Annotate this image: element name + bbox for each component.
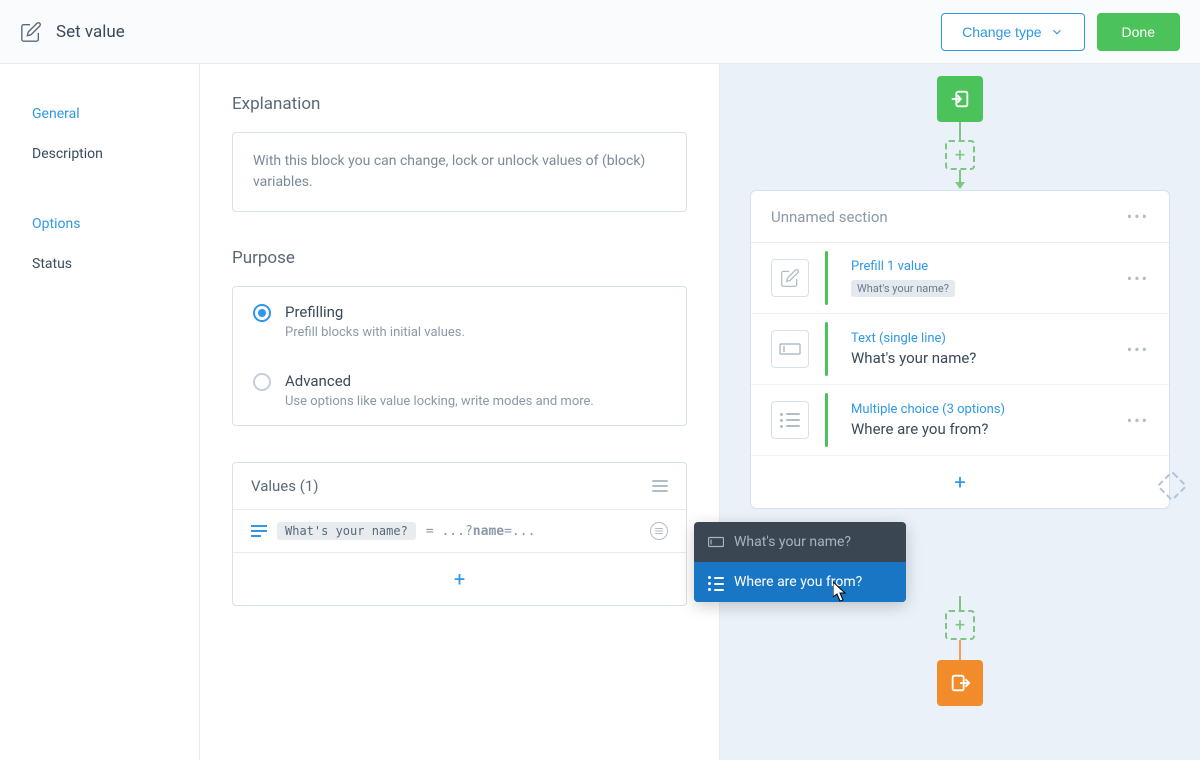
explanation-title: Explanation (232, 94, 687, 114)
purpose-option-desc: Prefill blocks with initial values. (285, 325, 465, 340)
header: Set value Change type Done (0, 0, 1200, 64)
done-button[interactable]: Done (1097, 13, 1180, 51)
arrow-down-icon (955, 182, 965, 189)
block-accent (825, 393, 828, 447)
values-box: Values (1) What's your name? = ...?name=… (232, 462, 687, 606)
edit-block-icon (771, 259, 809, 297)
more-dots-icon[interactable]: ••• (1127, 411, 1149, 430)
section-card-header[interactable]: Unnamed section ••• (751, 191, 1169, 243)
edit-icon (20, 21, 42, 43)
purpose-option-desc: Use options like value locking, write mo… (285, 394, 594, 409)
content-panel: Explanation With this block you can chan… (200, 64, 720, 760)
canvas: + Unnamed section ••• Prefill 1 value Wh… (720, 64, 1200, 760)
add-node-button[interactable]: + (945, 140, 975, 170)
more-dots-icon[interactable]: ••• (1127, 269, 1149, 288)
more-dots-icon[interactable]: ••• (1127, 207, 1149, 226)
radio-unselected-icon (253, 373, 271, 391)
purpose-radio-group: Prefilling Prefill blocks with initial v… (232, 286, 687, 426)
header-actions: Change type Done (941, 13, 1180, 51)
values-row[interactable]: What's your name? = ...?name=... (233, 510, 686, 553)
connector-line (959, 122, 961, 140)
menu-lines-icon[interactable] (652, 480, 668, 492)
block-chip: What's your name? (851, 280, 955, 297)
exit-icon (949, 672, 971, 694)
section-card-title: Unnamed section (771, 208, 888, 226)
add-value-button[interactable]: + (233, 553, 686, 605)
field-picker-popup: What's your name? Where are you from? (694, 522, 906, 602)
add-block-button[interactable]: + (751, 456, 1169, 508)
block-accent (825, 251, 828, 305)
block-title: Where are you from? (851, 420, 1109, 438)
add-node-button[interactable]: + (945, 610, 975, 640)
value-expression: = ...?name=... (426, 524, 536, 539)
sidebar: General Description Options Status (0, 64, 200, 760)
purpose-title: Purpose (232, 248, 687, 268)
main: General Description Options Status Expla… (0, 64, 1200, 760)
popup-item-name[interactable]: What's your name? (694, 522, 906, 562)
values-title: Values (1) (251, 477, 319, 495)
block-accent (825, 322, 828, 376)
connector-line (959, 596, 961, 610)
popup-item-label: What's your name? (734, 534, 851, 550)
explanation-text: With this block you can change, lock or … (232, 132, 687, 212)
sidebar-item-description[interactable]: Description (0, 134, 199, 174)
row-options-icon[interactable] (650, 522, 668, 540)
sidebar-item-general[interactable]: General (0, 94, 199, 134)
block-text-input[interactable]: Text (single line) What's your name? ••• (751, 314, 1169, 385)
purpose-option-prefilling[interactable]: Prefilling Prefill blocks with initial v… (233, 287, 686, 356)
block-prefill[interactable]: Prefill 1 value What's your name? ••• (751, 243, 1169, 314)
header-left: Set value (20, 21, 125, 43)
popup-item-label: Where are you from? (734, 574, 862, 590)
block-label: Text (single line) (851, 331, 1109, 346)
change-type-label: Change type (962, 24, 1041, 40)
text-field-icon (708, 536, 724, 548)
purpose-option-advanced[interactable]: Advanced Use options like value locking,… (233, 356, 686, 425)
section-card: Unnamed section ••• Prefill 1 value What… (750, 190, 1170, 509)
text-icon (251, 525, 267, 537)
list-icon (771, 401, 809, 439)
block-multiple-choice[interactable]: Multiple choice (3 options) Where are yo… (751, 385, 1169, 456)
values-header: Values (1) (233, 463, 686, 510)
page-title: Set value (56, 22, 125, 42)
enter-icon (949, 88, 971, 110)
text-field-icon (771, 330, 809, 368)
change-type-button[interactable]: Change type (941, 13, 1084, 51)
value-chip: What's your name? (277, 522, 416, 540)
popup-item-where[interactable]: Where are you from? (694, 562, 906, 602)
block-title: What's your name? (851, 349, 1109, 367)
end-node[interactable] (937, 660, 983, 706)
purpose-option-label: Prefilling (285, 303, 465, 321)
more-dots-icon[interactable]: ••• (1127, 340, 1149, 359)
radio-selected-icon (253, 304, 271, 322)
purpose-option-label: Advanced (285, 372, 594, 390)
start-node[interactable] (937, 76, 983, 122)
connector-line (959, 640, 961, 660)
block-label: Prefill 1 value (851, 259, 1109, 274)
block-label: Multiple choice (3 options) (851, 402, 1109, 417)
chevron-down-icon (1050, 25, 1064, 39)
list-icon (708, 576, 724, 588)
sidebar-item-options[interactable]: Options (0, 204, 199, 244)
sidebar-item-status[interactable]: Status (0, 244, 199, 284)
